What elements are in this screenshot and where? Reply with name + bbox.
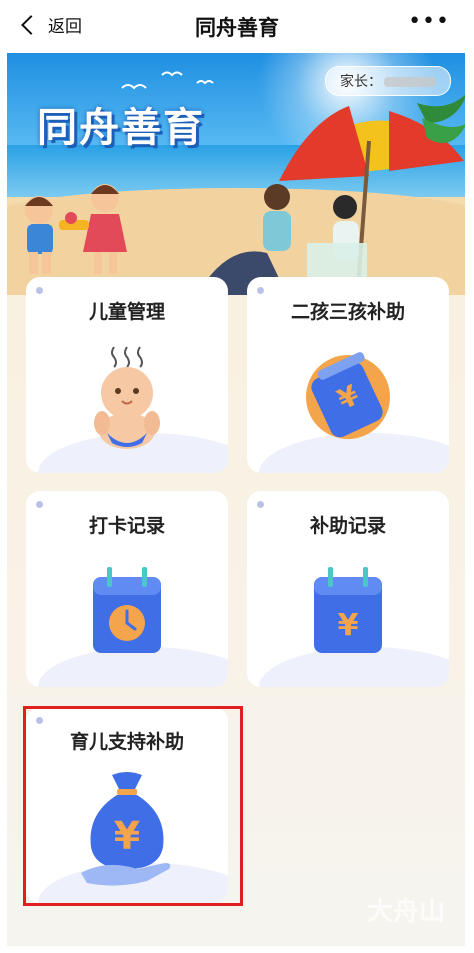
kids-playing-illustration: [25, 184, 127, 274]
svg-text:¥: ¥: [338, 608, 359, 643]
brand-title: 同舟善育: [37, 105, 205, 151]
card-dot: [257, 501, 264, 508]
banner: 同舟善育 家长：: [7, 53, 465, 295]
watermark: 大舟山: [366, 897, 445, 927]
calendar-yuan-icon: ¥: [314, 567, 382, 653]
parent-badge: 家长：: [325, 66, 451, 96]
baby-icon: [94, 346, 160, 449]
card-label: 二孩三孩补助: [290, 301, 405, 323]
calendar-clock-icon: [93, 567, 161, 653]
parent-label: 家长：: [340, 74, 382, 90]
more-options-button[interactable]: •••: [408, 9, 450, 34]
card-label: 打卡记录: [88, 515, 165, 537]
parent-name-redacted: [384, 77, 436, 87]
yuan-card-icon: ¥: [306, 352, 390, 439]
card-subsidy-records[interactable]: 补助记录 ¥: [247, 491, 449, 687]
card-dot: [36, 501, 43, 508]
svg-text:¥: ¥: [114, 814, 140, 858]
card-label: 儿童管理: [88, 301, 165, 323]
card-dot: [257, 287, 264, 294]
top-nav-bar: 返回 同舟善育 •••: [0, 0, 474, 50]
card-checkin-records[interactable]: 打卡记录: [26, 491, 228, 687]
palm-leaves-illustration: [417, 94, 465, 143]
card-second-third-child-subsidy[interactable]: 二孩三孩补助 ¥: [247, 277, 449, 473]
card-dot: [36, 287, 43, 294]
money-bag-icon: ¥: [81, 772, 171, 886]
page-title: 同舟善育: [195, 16, 279, 40]
card-label: 补助记录: [309, 515, 386, 537]
card-child-management[interactable]: 儿童管理: [26, 277, 228, 473]
card-dot: [36, 717, 43, 724]
card-label: 育儿支持补助: [69, 731, 184, 753]
